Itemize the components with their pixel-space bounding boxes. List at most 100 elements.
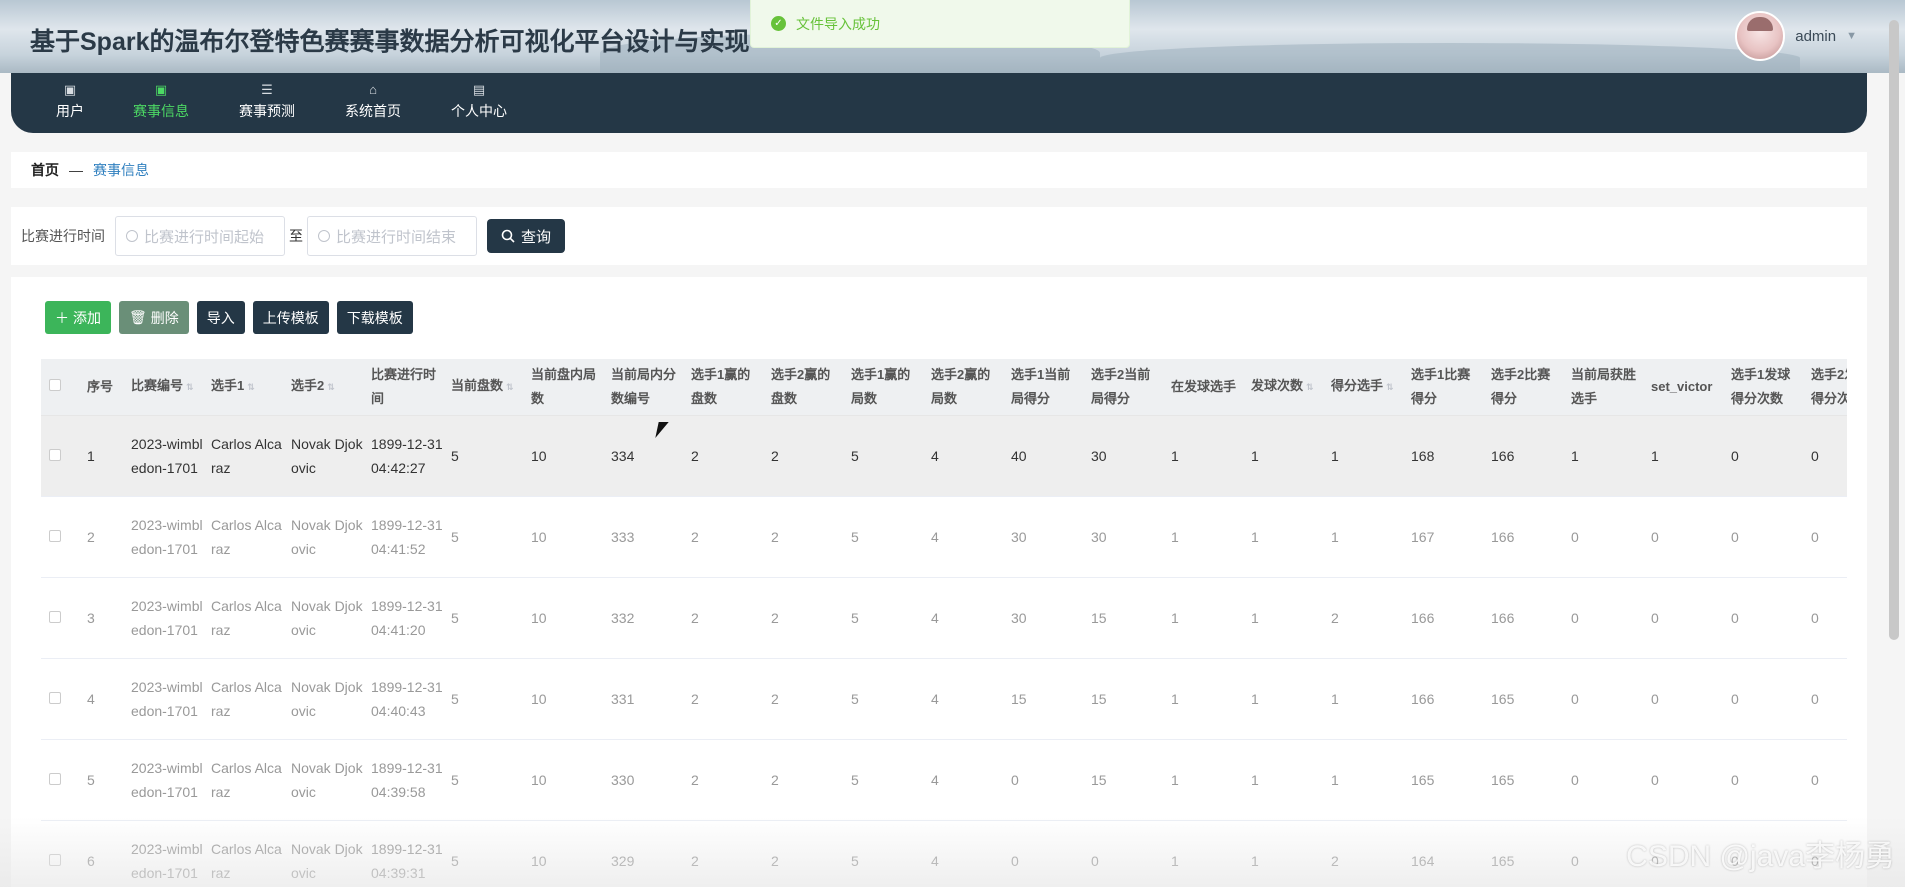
column-header: 序号 [79, 359, 123, 416]
table-cell: 0 [1563, 739, 1643, 821]
table-cell: 1 [79, 415, 123, 497]
column-header-label: 选手1发球得分次数 [1731, 366, 1791, 406]
table-cell: 334 [603, 415, 683, 497]
select-all-checkbox[interactable] [49, 378, 61, 391]
query-button[interactable]: 查询 [487, 219, 566, 253]
table-cell: 2 [683, 577, 763, 659]
row-checkbox-cell[interactable] [41, 415, 79, 497]
column-header[interactable]: 发球次数 ⇅ [1243, 359, 1323, 416]
chevron-down-icon[interactable]: ▼ [1846, 30, 1857, 42]
table-cell: 5 [443, 496, 523, 578]
column-header-label: set_victor [1651, 378, 1713, 394]
column-header[interactable]: 比赛编号 ⇅ [123, 359, 203, 416]
breadcrumb-home[interactable]: 首页 [31, 160, 59, 180]
breadcrumb: 首页 — 赛事信息 [11, 152, 1867, 188]
top-nav: ▣ 用户 ▣ 赛事信息 ☰ 赛事预测 ⌂ 系统首页 ▤ 个人中心 [11, 73, 1867, 133]
table-cell: 2 [763, 577, 843, 659]
table-cell: 1 [1323, 415, 1403, 497]
row-checkbox-cell[interactable] [41, 496, 79, 578]
table-cell: 2023-wimbledon-1701 [123, 577, 203, 659]
table-cell: 2 [763, 658, 843, 740]
table-row[interactable]: 5 2023-wimbledon-1701 Carlos Alcaraz Novak … [41, 739, 1847, 821]
table-container[interactable]: 序号 比赛编号 ⇅ 选手1 ⇅ 选手2 ⇅ 比赛进行时间 当前盘数 ⇅ 当前盘内局数 当前局内分数编号… [41, 359, 1847, 887]
column-header-label: 当前局获胜选手 [1571, 366, 1637, 406]
row-checkbox[interactable] [49, 610, 61, 623]
row-checkbox[interactable] [49, 448, 61, 461]
table-row[interactable]: 4 2023-wimbledon-1701 Carlos Alcaraz Novak … [41, 658, 1847, 740]
end-time-input[interactable]: 比赛进行时间结束 [307, 216, 477, 256]
delete-button[interactable]: 🗑 删除 [119, 301, 189, 334]
row-checkbox[interactable] [49, 772, 61, 785]
sort-icon[interactable]: ⇅ [186, 382, 194, 392]
sort-icon[interactable]: ⇅ [506, 382, 514, 392]
trash-icon: 🗑 [129, 309, 147, 325]
nav-item-match-info[interactable]: ▣ 赛事信息 [116, 79, 206, 121]
table-cell: 0 [1643, 496, 1723, 578]
download-template-label: 下载模板 [346, 309, 403, 326]
table-cell: 2 [683, 658, 763, 740]
row-checkbox-cell[interactable] [41, 658, 79, 740]
row-checkbox[interactable] [49, 691, 61, 704]
table-row[interactable]: 3 2023-wimbledon-1701 Carlos Alcaraz Novak … [41, 577, 1847, 659]
nav-item-personal-center[interactable]: ▤ 个人中心 [434, 79, 524, 121]
download-template-button[interactable]: 下载模板 [336, 301, 413, 334]
avatar[interactable] [1735, 11, 1786, 61]
table-cell: 5 [443, 577, 523, 659]
table-cell: 164 [1403, 820, 1483, 887]
watermark: CSDN @java李杨勇 [1626, 840, 1895, 873]
table-cell: 0 [1803, 415, 1847, 497]
sort-icon[interactable]: ⇅ [1306, 382, 1314, 392]
table-cell: 165 [1483, 658, 1563, 740]
table-cell: 2 [683, 820, 763, 887]
sort-icon[interactable]: ⇅ [327, 382, 335, 392]
column-header[interactable]: 得分选手 ⇅ [1323, 359, 1403, 416]
table-cell: 0 [1003, 739, 1083, 821]
table-cell: 0 [1803, 658, 1847, 740]
column-header[interactable]: 当前盘数 ⇅ [443, 359, 523, 416]
nav-item-system-home[interactable]: ⌂ 系统首页 [328, 79, 418, 121]
row-checkbox[interactable] [49, 529, 61, 542]
table-cell: 2 [763, 820, 843, 887]
table-cell: 5 [843, 415, 923, 497]
table-cell: 166 [1403, 658, 1483, 740]
table-cell: 2023-wimbledon-1701 [123, 415, 203, 497]
column-header: 选手1发球得分次数 [1723, 359, 1803, 416]
add-button[interactable]: ＋添加 [45, 301, 111, 334]
column-header: 当前局内分数编号 [603, 359, 683, 416]
table-cell: 165 [1403, 739, 1483, 821]
table-cell: 1899-12-31 04:41:20 [363, 577, 443, 659]
row-checkbox-cell[interactable] [41, 820, 79, 887]
select-all-checkbox-cell[interactable] [41, 359, 79, 416]
column-header: 当前盘内局数 [523, 359, 603, 416]
nav-item-match-prediction[interactable]: ☰ 赛事预测 [222, 79, 312, 121]
table-cell: 0 [1643, 577, 1723, 659]
column-header[interactable]: 选手2 ⇅ [283, 359, 363, 416]
column-header-label: 选手2发球得分次数 [1811, 366, 1847, 406]
clock-icon [318, 230, 330, 242]
table-row[interactable]: 1 2023-wimbledon-1701 Carlos Alcaraz Novak … [41, 415, 1847, 497]
column-header-label: 选手1 [211, 378, 245, 394]
table-cell: 2023-wimbledon-1701 [123, 658, 203, 740]
upload-template-button[interactable]: 上传模板 [252, 301, 329, 334]
page-scrollbar[interactable] [1889, 20, 1899, 640]
table-cell: 30 [1083, 496, 1163, 578]
row-checkbox-cell[interactable] [41, 739, 79, 821]
table-cell: 4 [923, 415, 1003, 497]
sort-icon[interactable]: ⇅ [247, 382, 255, 392]
table-row[interactable]: 2 2023-wimbledon-1701 Carlos Alcaraz Novak … [41, 496, 1847, 578]
table-cell: 5 [443, 820, 523, 887]
import-button[interactable]: 导入 [196, 301, 245, 334]
table-cell: 0 [1563, 496, 1643, 578]
nav-item-users[interactable]: ▣ 用户 [25, 79, 115, 121]
user-name[interactable]: admin [1795, 28, 1836, 45]
start-time-input[interactable]: 比赛进行时间起始 [115, 216, 285, 256]
user-menu[interactable]: admin ▼ [1735, 10, 1857, 62]
sort-icon[interactable]: ⇅ [1386, 382, 1394, 392]
row-checkbox[interactable] [49, 853, 61, 866]
table-row[interactable]: 6 2023-wimbledon-1701 Carlos Alcaraz Novak … [41, 820, 1847, 887]
column-header[interactable]: 选手1 ⇅ [203, 359, 283, 416]
column-header-label: 选手1赢的盘数 [691, 366, 751, 406]
row-checkbox-cell[interactable] [41, 577, 79, 659]
table-cell: 0 [1563, 577, 1643, 659]
table-cell: 10 [523, 577, 603, 659]
